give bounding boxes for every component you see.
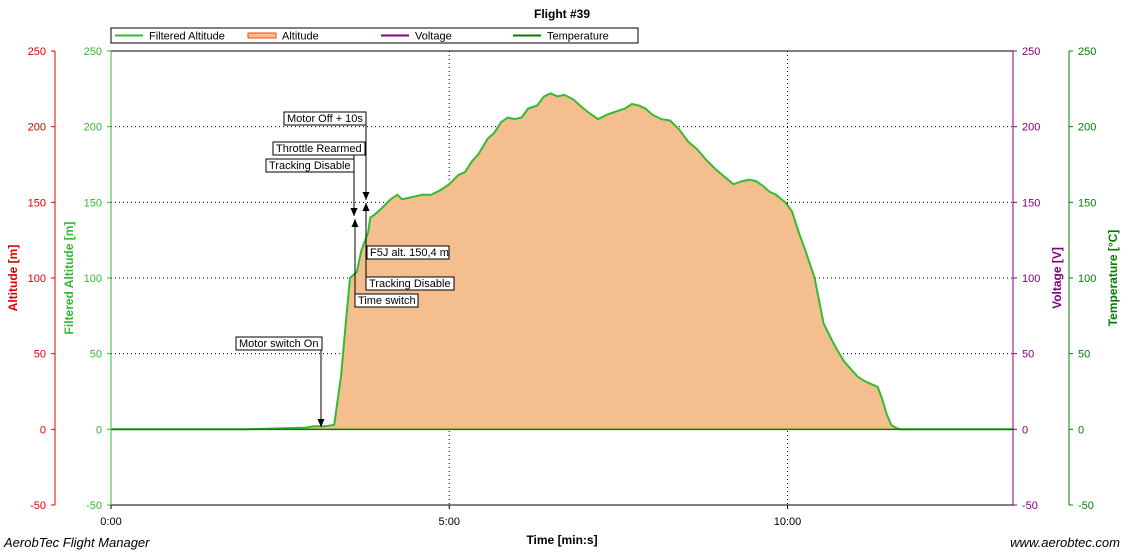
- voltage-tick-label: 50: [1022, 349, 1034, 361]
- voltage-tick-label: 0: [1022, 424, 1028, 436]
- annotation-label: Motor Off + 10s: [287, 113, 363, 125]
- voltage-axis-label: Voltage [V]: [1050, 247, 1064, 309]
- filtered-axis-label: Filtered Altitude [m]: [62, 222, 76, 335]
- chart-title: Flight #39: [534, 7, 590, 21]
- filtered-tick-label: 0: [96, 424, 102, 436]
- legend-label: Voltage: [415, 31, 452, 43]
- x-tick-label: 0:00: [100, 516, 121, 528]
- voltage-tick-label: -50: [1022, 500, 1038, 512]
- voltage-tick-label: 200: [1022, 122, 1040, 134]
- filtered-tick-label: 100: [84, 273, 102, 285]
- annotation-label: Tracking Disable: [369, 278, 451, 290]
- filtered-tick-label: 50: [90, 349, 102, 361]
- altitude-tick-label: 50: [34, 349, 46, 361]
- legend: Filtered Altitude Altitude Voltage Temperat…: [110, 27, 639, 44]
- temperature-tick-label: 0: [1078, 424, 1084, 436]
- legend-label: Temperature: [547, 31, 609, 43]
- x-tick-label: 5:00: [439, 516, 460, 528]
- footer-app-name: AerobTec Flight Manager: [3, 535, 150, 550]
- temperature-tick-label: 100: [1078, 273, 1096, 285]
- temperature-tick-label: 250: [1078, 46, 1096, 58]
- annotation-label: Throttle Rearmed: [276, 143, 362, 155]
- annotation-label: Time switch: [358, 295, 416, 307]
- filtered-tick-label: 200: [84, 122, 102, 134]
- temperature-axis-label: Temperature [°C]: [1106, 230, 1120, 327]
- annotation-label: Tracking Disable: [269, 160, 351, 172]
- altitude-tick-label: 150: [28, 197, 46, 209]
- temperature-tick-label: -50: [1078, 500, 1094, 512]
- filtered-tick-label: 150: [84, 197, 102, 209]
- altitude-tick-label: 100: [28, 273, 46, 285]
- temperature-tick-label: 50: [1078, 349, 1090, 361]
- filtered-tick-label: 250: [84, 46, 102, 58]
- voltage-tick-label: 250: [1022, 46, 1040, 58]
- legend-label: Altitude: [282, 31, 319, 43]
- altitude-axis-label: Altitude [m]: [6, 245, 20, 312]
- x-tick-label: 10:00: [774, 516, 802, 528]
- filtered-tick-label: -50: [86, 500, 102, 512]
- temperature-tick-label: 150: [1078, 197, 1096, 209]
- voltage-tick-label: 150: [1022, 197, 1040, 209]
- flight-chart: Flight #39 Filtered Altitude Altitude Volt…: [0, 0, 1124, 552]
- annotation-label: Motor switch On: [239, 338, 318, 350]
- annotation-label: F5J alt. 150,4 m: [370, 247, 449, 259]
- legend-label: Filtered Altitude: [149, 31, 225, 43]
- voltage-tick-label: 100: [1022, 273, 1040, 285]
- temperature-tick-label: 200: [1078, 122, 1096, 134]
- altitude-tick-label: 200: [28, 122, 46, 134]
- altitude-tick-label: -50: [30, 500, 46, 512]
- footer-website: www.aerobtec.com: [1010, 535, 1120, 550]
- altitude-tick-label: 0: [40, 424, 46, 436]
- altitude-tick-label: 250: [28, 46, 46, 58]
- x-axis-label: Time [min:s]: [526, 533, 597, 547]
- legend-swatch-area: [247, 32, 277, 39]
